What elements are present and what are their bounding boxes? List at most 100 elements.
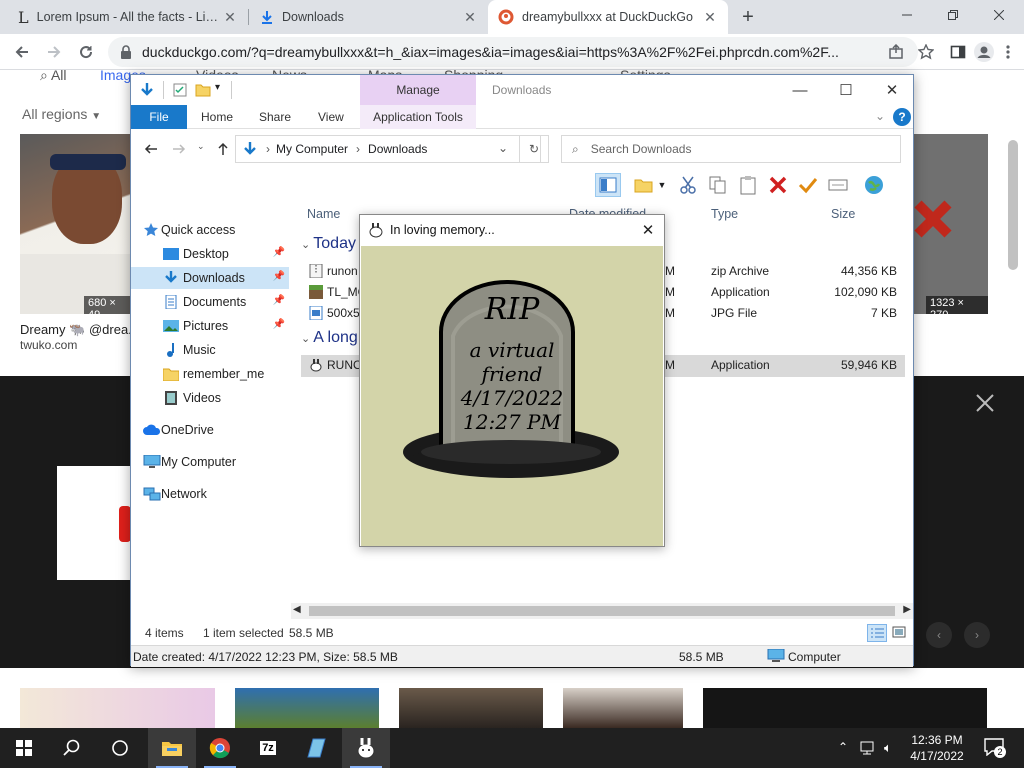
breadcrumb-my-computer[interactable]: My Computer xyxy=(276,142,348,156)
ribbon-tab-home[interactable]: Home xyxy=(201,110,233,124)
start-button[interactable] xyxy=(0,728,48,768)
region-dropdown[interactable]: All regions ▼ xyxy=(22,106,101,122)
nav-onedrive[interactable]: OneDrive xyxy=(131,419,289,441)
new-folder-icon[interactable] xyxy=(195,83,211,97)
delete-icon[interactable] xyxy=(765,173,791,197)
forward-icon[interactable] xyxy=(40,38,68,66)
properties-icon[interactable] xyxy=(173,83,187,97)
volume-icon[interactable]: 🔈︎ xyxy=(884,740,892,756)
file-explorer-taskbar-icon[interactable] xyxy=(148,728,196,768)
pin-icon[interactable]: 📌 xyxy=(273,319,285,330)
bookmark-star-icon[interactable] xyxy=(912,38,940,66)
manage-contextual-tab[interactable]: Manage xyxy=(360,75,476,105)
close-icon[interactable]: ✕ xyxy=(638,220,658,240)
column-header-type[interactable]: Type xyxy=(711,207,738,221)
page-scrollbar[interactable] xyxy=(1008,140,1018,270)
nav-pictures[interactable]: Pictures 📌 xyxy=(131,315,289,337)
scroll-left-icon[interactable]: ◀ xyxy=(293,604,301,615)
recent-locations-icon[interactable]: ⌄ xyxy=(197,141,205,152)
tab-duckduckgo[interactable]: dreamybullxxx at DuckDuckGo ✕ xyxy=(488,0,728,34)
nav-videos[interactable]: Videos xyxy=(131,387,289,409)
previous-image-icon[interactable]: ‹ xyxy=(926,622,952,648)
close-tab-icon[interactable]: ✕ xyxy=(222,9,238,25)
back-icon[interactable] xyxy=(143,141,159,157)
nav-my-computer[interactable]: My Computer xyxy=(131,451,289,473)
dropdown-icon[interactable]: ▼ xyxy=(655,173,669,197)
image-result-title[interactable]: Dreamy 🐃 @drea... xyxy=(20,322,139,338)
next-image-icon[interactable]: › xyxy=(964,622,990,648)
new-tab-button[interactable]: + xyxy=(736,5,760,29)
nav-documents[interactable]: Documents 📌 xyxy=(131,291,289,313)
ribbon-tab-share[interactable]: Share xyxy=(259,110,291,124)
cut-icon[interactable] xyxy=(675,173,701,197)
address-bar[interactable]: duckduckgo.com/?q=dreamybullxxx&t=h_&iax… xyxy=(108,37,918,67)
maximize-icon[interactable]: ☐ xyxy=(823,75,869,105)
search-icon[interactable] xyxy=(48,728,96,768)
column-header-size[interactable]: Size xyxy=(831,207,855,221)
group-header-a-long-time-ago[interactable]: ⌄ A long xyxy=(301,329,358,347)
explorer-address-bar[interactable]: › My Computer › Downloads ⌄ xyxy=(235,135,541,163)
column-header-name[interactable]: Name xyxy=(307,207,340,221)
pin-icon[interactable]: 📌 xyxy=(273,271,285,282)
share-icon[interactable] xyxy=(882,38,910,66)
nav-network[interactable]: Network xyxy=(131,483,289,505)
scroll-right-icon[interactable]: ▶ xyxy=(903,604,911,615)
checkmark-icon[interactable] xyxy=(795,173,821,197)
large-icons-view-icon[interactable] xyxy=(891,624,909,642)
address-dropdown-icon[interactable]: ⌄ xyxy=(498,141,508,155)
image-thumbnail[interactable] xyxy=(235,688,379,728)
close-icon[interactable]: ✕ xyxy=(869,75,915,105)
reload-icon[interactable] xyxy=(72,38,100,66)
bunny-app-taskbar-icon[interactable] xyxy=(342,728,390,768)
nav-desktop[interactable]: Desktop 📌 xyxy=(131,243,289,265)
details-view-icon[interactable] xyxy=(867,624,887,642)
refresh-icon[interactable]: ↻ xyxy=(519,135,549,163)
rename-icon[interactable] xyxy=(825,173,851,197)
nav-quick-access[interactable]: Quick access xyxy=(131,219,289,241)
scrollbar-thumb[interactable] xyxy=(309,606,895,616)
up-icon[interactable] xyxy=(215,141,231,157)
back-icon[interactable] xyxy=(8,38,36,66)
image-result-thumbnail[interactable]: 1323 × 270 xyxy=(914,134,988,314)
ribbon-tab-application-tools[interactable]: Application Tools xyxy=(360,105,476,129)
forward-icon[interactable] xyxy=(171,141,187,157)
nav-downloads[interactable]: Downloads 📌 xyxy=(131,267,289,289)
menu-kebab-icon[interactable] xyxy=(994,38,1022,66)
chrome-taskbar-icon[interactable] xyxy=(196,728,244,768)
search-downloads-input[interactable]: ⌕ Search Downloads xyxy=(561,135,901,163)
notifications-icon[interactable]: 2 xyxy=(984,738,1008,758)
image-thumbnail[interactable] xyxy=(563,688,683,728)
task-view-icon[interactable] xyxy=(96,728,144,768)
image-thumbnail[interactable] xyxy=(703,688,987,728)
customize-qat-icon[interactable]: ▾ xyxy=(215,82,220,93)
close-preview-icon[interactable] xyxy=(976,394,994,412)
minimize-icon[interactable] xyxy=(884,0,930,30)
help-icon[interactable]: ? xyxy=(893,108,911,126)
paste-icon[interactable] xyxy=(735,173,761,197)
chevron-up-icon[interactable]: ⌃ xyxy=(838,740,848,754)
copy-icon[interactable] xyxy=(705,173,731,197)
group-header-today[interactable]: ⌄ Today ( xyxy=(301,235,366,253)
preview-pane-icon[interactable] xyxy=(595,173,621,197)
close-tab-icon[interactable]: ✕ xyxy=(702,9,718,25)
nav-remember-me[interactable]: remember_me xyxy=(131,363,289,385)
image-result-source[interactable]: twuko.com xyxy=(20,338,77,352)
pin-icon[interactable]: 📌 xyxy=(273,295,285,306)
image-thumbnail[interactable] xyxy=(399,688,543,728)
nav-music[interactable]: Music xyxy=(131,339,289,361)
restore-icon[interactable] xyxy=(930,0,976,30)
close-tab-icon[interactable]: ✕ xyxy=(462,9,478,25)
sidepanel-icon[interactable] xyxy=(944,38,972,66)
tab-downloads[interactable]: Downloads ✕ xyxy=(250,0,488,34)
image-result-thumbnail[interactable]: 680 × 49... xyxy=(20,134,132,314)
network-status-icon[interactable] xyxy=(860,740,876,756)
breadcrumb-downloads[interactable]: Downloads xyxy=(368,142,427,156)
ddg-tab-all[interactable]: ⌕ All xyxy=(40,70,67,84)
globe-icon[interactable] xyxy=(861,173,887,197)
notepad-taskbar-icon[interactable] xyxy=(292,728,340,768)
minimize-icon[interactable]: — xyxy=(777,75,823,105)
pin-icon[interactable]: 📌 xyxy=(273,247,285,258)
7zip-taskbar-icon[interactable]: 7z xyxy=(244,728,292,768)
ribbon-tab-view[interactable]: View xyxy=(318,110,344,124)
horizontal-scrollbar[interactable]: ◀ ▶ xyxy=(291,603,913,619)
